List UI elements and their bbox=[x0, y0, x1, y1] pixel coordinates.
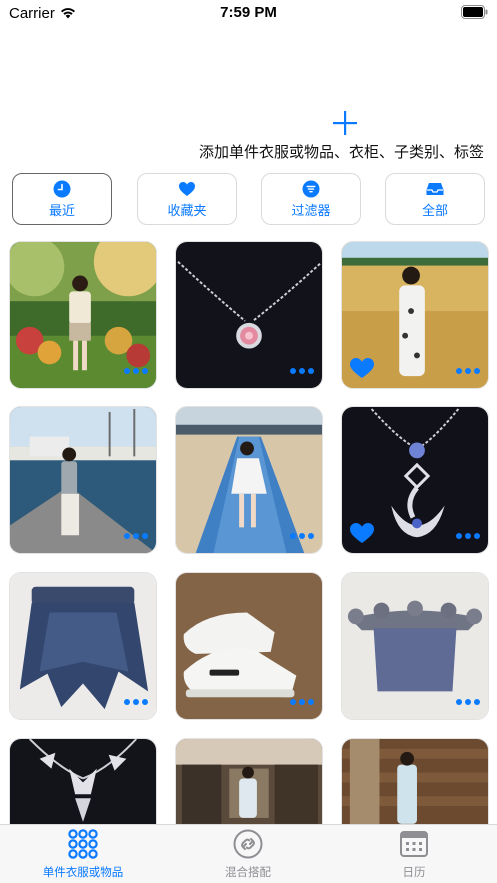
item-card[interactable] bbox=[175, 406, 323, 554]
filter-icon bbox=[302, 180, 320, 197]
favorite-heart-icon[interactable] bbox=[349, 521, 375, 545]
item-card[interactable] bbox=[9, 406, 157, 554]
more-options-button[interactable] bbox=[124, 368, 148, 374]
add-item-label[interactable]: 添加单件衣服或物品、衣柜、子类别、标签 bbox=[199, 141, 484, 162]
calendar-icon bbox=[400, 831, 428, 857]
status-bar: Carrier 7:59 PM bbox=[0, 0, 497, 26]
tab-single-items[interactable]: 单件衣服或物品 bbox=[18, 829, 148, 880]
woman-in-mall-photo bbox=[176, 739, 322, 825]
tab-label: 单件衣服或物品 bbox=[42, 865, 124, 879]
more-options-button[interactable] bbox=[290, 533, 314, 539]
more-options-button[interactable] bbox=[124, 699, 148, 705]
item-card[interactable] bbox=[341, 406, 489, 554]
item-card[interactable] bbox=[175, 738, 323, 825]
woman-in-garden-photo bbox=[10, 242, 156, 388]
item-card[interactable] bbox=[175, 241, 323, 389]
tab-label: 混合搭配 bbox=[225, 865, 271, 879]
battery-icon bbox=[461, 5, 488, 19]
tab-label: 日历 bbox=[402, 865, 426, 879]
add-icon[interactable] bbox=[332, 110, 358, 136]
filter-all-button[interactable]: 全部 bbox=[385, 173, 485, 225]
link-icon bbox=[233, 829, 263, 859]
item-grid bbox=[9, 241, 489, 825]
filter-label: 收藏夹 bbox=[167, 203, 207, 219]
butterfly-necklace-photo bbox=[10, 739, 156, 825]
clock-icon bbox=[53, 180, 71, 197]
more-options-button[interactable] bbox=[124, 533, 148, 539]
grid-icon bbox=[68, 829, 98, 859]
woman-at-harbor-photo bbox=[10, 407, 156, 553]
more-options-button[interactable] bbox=[456, 699, 480, 705]
item-card[interactable] bbox=[175, 572, 323, 720]
white-sneakers-photo bbox=[176, 573, 322, 719]
favorite-heart-icon[interactable] bbox=[349, 356, 375, 380]
item-card[interactable] bbox=[9, 572, 157, 720]
pink-pendant-necklace-photo bbox=[176, 242, 322, 388]
tab-calendar[interactable]: 日历 bbox=[349, 829, 479, 880]
item-card[interactable] bbox=[341, 738, 489, 825]
off-shoulder-top-photo bbox=[342, 573, 488, 719]
filter-row: 最近 收藏夹 过滤器 全部 bbox=[12, 173, 488, 225]
filter-recent-button[interactable]: 最近 bbox=[12, 173, 112, 225]
more-options-button[interactable] bbox=[290, 368, 314, 374]
item-card[interactable] bbox=[9, 738, 157, 825]
item-card[interactable] bbox=[9, 241, 157, 389]
filter-label: 全部 bbox=[421, 203, 448, 219]
filter-favorites-button[interactable]: 收藏夹 bbox=[137, 173, 237, 225]
more-options-button[interactable] bbox=[456, 533, 480, 539]
status-time: 7:59 PM bbox=[220, 4, 277, 21]
more-options-button[interactable] bbox=[456, 368, 480, 374]
item-card[interactable] bbox=[341, 241, 489, 389]
tulle-skirt-photo bbox=[10, 573, 156, 719]
tab-mix-match[interactable]: 混合搭配 bbox=[183, 829, 313, 880]
filter-label: 过滤器 bbox=[291, 203, 331, 219]
item-card[interactable] bbox=[341, 572, 489, 720]
filter-filter-button[interactable]: 过滤器 bbox=[261, 173, 361, 225]
filter-label: 最近 bbox=[48, 203, 75, 219]
more-options-button[interactable] bbox=[290, 699, 314, 705]
tray-icon bbox=[426, 182, 444, 195]
tab-bar: 单件衣服或物品 混合搭配 日历 bbox=[0, 824, 497, 883]
woman-on-beach-walkway-photo bbox=[176, 407, 322, 553]
woman-by-log-cabin-photo bbox=[342, 739, 488, 825]
heart-icon bbox=[179, 181, 195, 196]
